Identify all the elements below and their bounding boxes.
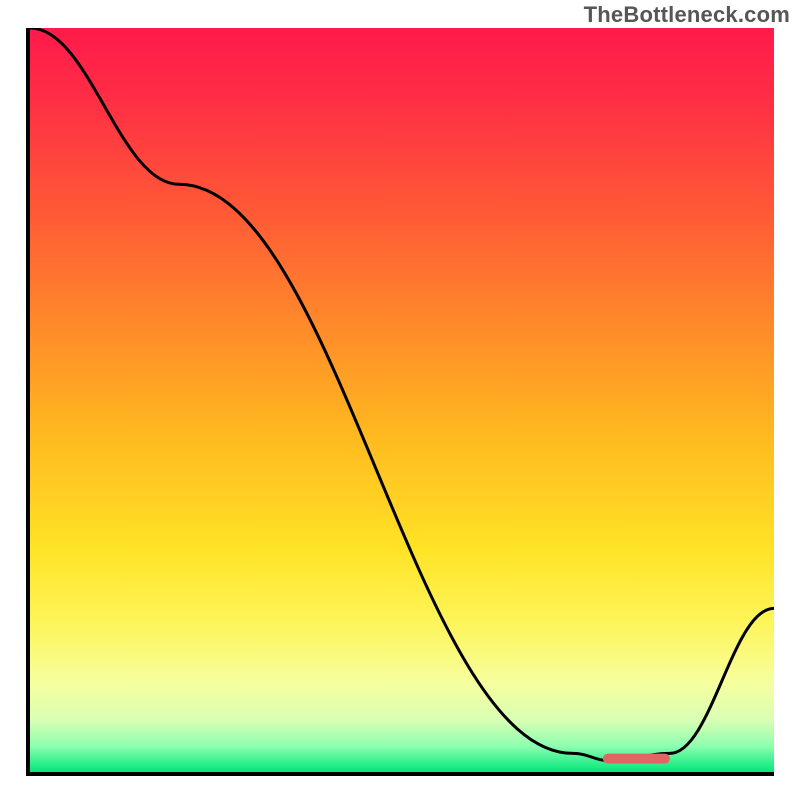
axes-frame [26,28,774,776]
plot-area [30,28,774,772]
plot-svg [30,28,774,772]
chart-root: TheBottleneck.com [0,0,800,800]
gradient-background [30,28,774,772]
watermark-text: TheBottleneck.com [584,2,790,28]
optimal-marker [603,754,670,764]
